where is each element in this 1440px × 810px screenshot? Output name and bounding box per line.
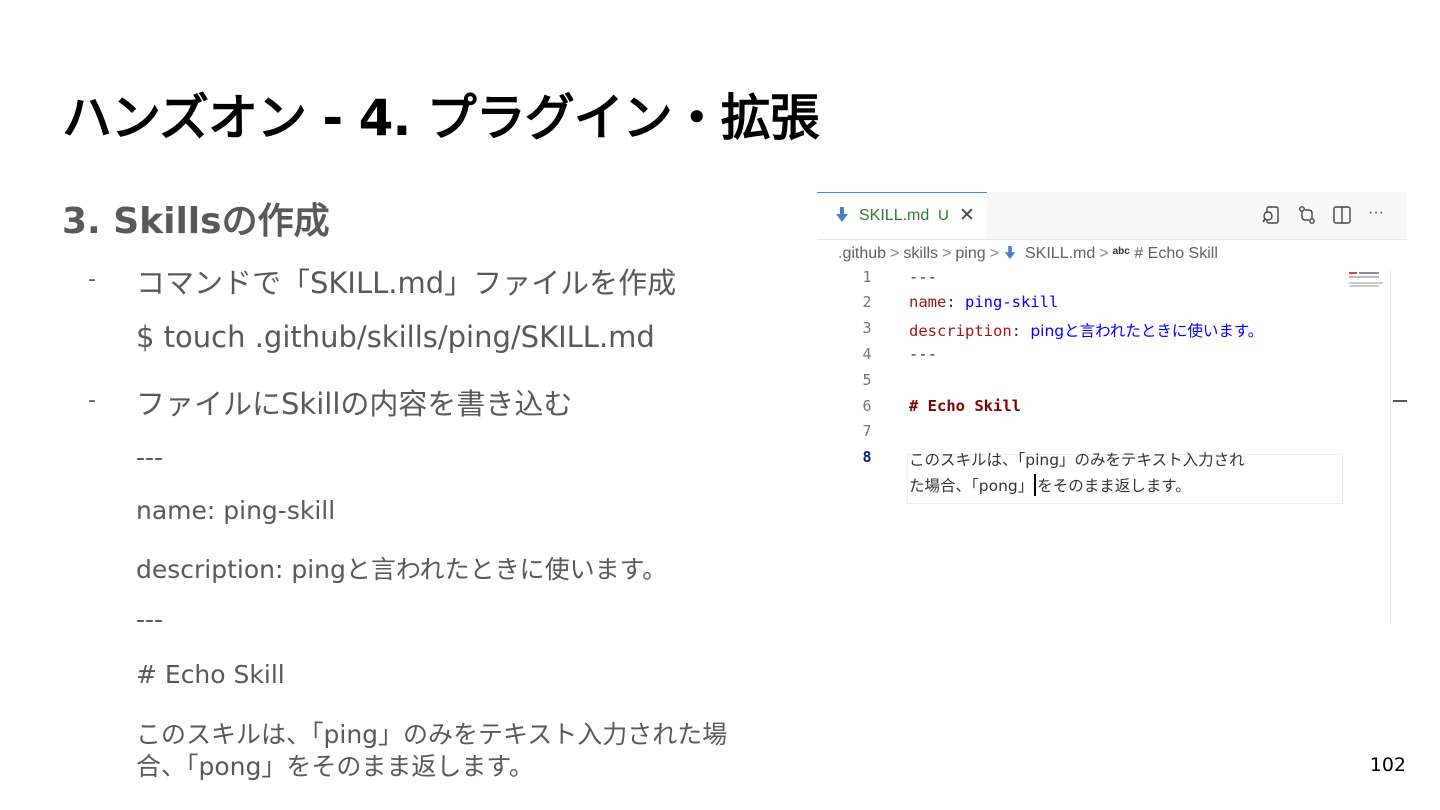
- wrapped-text-after-cursor: をそのまま返します。: [1037, 477, 1191, 495]
- breadcrumb-item-github[interactable]: .github: [838, 245, 886, 262]
- editor-tab-bar: SKILL.md U ✕ ···: [817, 192, 1407, 240]
- bullet-dash: -: [88, 388, 96, 413]
- code-line-8-wrap: た場合、「pong」 をそのまま返します。: [909, 474, 1191, 496]
- breadcrumb: .github > skills > ping > SKILL.md > abc # Echo …: [838, 245, 1218, 263]
- line-number: 5: [862, 371, 872, 389]
- slide-title: ハンズオン - 4. プラグイン・拡張: [62, 89, 820, 147]
- name-line: name: ping-skill: [136, 496, 336, 525]
- yaml-key: name: [909, 293, 947, 311]
- line-number: 7: [862, 422, 872, 440]
- tab-label: SKILL.md: [859, 207, 930, 224]
- close-icon[interactable]: ✕: [959, 204, 975, 227]
- line-number: 4: [862, 345, 872, 363]
- line-number-active: 8: [862, 448, 872, 466]
- description-line: description: pingと言われたときに使います。: [136, 555, 668, 584]
- yaml-colon: :: [1011, 322, 1031, 340]
- line-number: 3: [862, 319, 872, 337]
- code-line-2: name: ping-skill: [909, 293, 1058, 311]
- code-line-4: ---: [909, 345, 937, 363]
- breadcrumb-separator: >: [989, 245, 999, 262]
- breadcrumb-item-ping[interactable]: ping: [955, 245, 985, 262]
- code-editor[interactable]: 1 2 3 4 5 6 7 8 --- name: ping-skill des…: [817, 268, 1391, 622]
- minimap[interactable]: [1349, 272, 1389, 292]
- code-line-8: このスキルは、「ping」のみをテキスト入力され: [909, 451, 1245, 469]
- string-symbol-icon: abc: [1112, 246, 1130, 257]
- code-line-1: ---: [909, 268, 937, 286]
- section-heading: 3. Skillsの作成: [62, 201, 330, 242]
- bullet-create-file: コマンドで「SKILL.md」ファイルを作成: [136, 266, 677, 300]
- yaml-value: ping-skill: [965, 293, 1059, 311]
- bullet-write-content: ファイルにSkillの内容を書き込む: [136, 387, 573, 421]
- vertical-scrollbar[interactable]: [1390, 270, 1391, 622]
- code-line-3: description: pingと言われたときに使います。: [909, 319, 1263, 341]
- paragraph-line-1: このスキルは、「ping」のみをテキスト入力された場: [136, 720, 728, 749]
- breadcrumb-separator: >: [942, 245, 952, 262]
- markdown-file-icon: [836, 207, 848, 222]
- page-number: 102: [1369, 754, 1406, 776]
- overview-ruler-marker: [1393, 400, 1407, 402]
- bullet-dash: -: [88, 267, 96, 292]
- compare-changes-icon[interactable]: [1297, 205, 1317, 225]
- yaml-value: pingと言われたときに使います。: [1030, 322, 1264, 340]
- heading-line: # Echo Skill: [136, 660, 285, 689]
- breadcrumb-item-file[interactable]: SKILL.md: [1025, 245, 1095, 262]
- wrapped-text-before-cursor: た場合、「pong」: [909, 477, 1034, 495]
- editor-screenshot: SKILL.md U ✕ ··· .github > skills > ping > SKI…: [817, 192, 1407, 622]
- paragraph-line-2: 合、「pong」をそのまま返します。: [136, 752, 534, 781]
- frontmatter-close: ---: [136, 605, 164, 634]
- markdown-file-icon: [1004, 246, 1016, 260]
- breadcrumb-item-symbol[interactable]: # Echo Skill: [1134, 245, 1218, 262]
- git-status-badge: U: [938, 207, 949, 224]
- yaml-colon: :: [946, 293, 965, 311]
- breadcrumb-separator: >: [890, 245, 900, 262]
- line-number: 1: [862, 268, 872, 286]
- code-line-6: # Echo Skill: [909, 397, 1021, 415]
- breadcrumb-item-skills[interactable]: skills: [903, 245, 938, 262]
- breadcrumb-separator: >: [1099, 245, 1109, 262]
- touch-command: $ touch .github/skills/ping/SKILL.md: [136, 320, 655, 354]
- open-preview-icon[interactable]: [1261, 205, 1281, 225]
- tab-skill-md[interactable]: SKILL.md U ✕: [817, 192, 987, 239]
- text-cursor: [1034, 474, 1037, 496]
- more-actions-icon[interactable]: ···: [1368, 204, 1392, 224]
- split-editor-icon[interactable]: [1332, 205, 1352, 225]
- line-number: 6: [862, 397, 872, 415]
- frontmatter-open: ---: [136, 443, 164, 472]
- yaml-key: description: [909, 322, 1012, 340]
- line-number: 2: [862, 293, 872, 311]
